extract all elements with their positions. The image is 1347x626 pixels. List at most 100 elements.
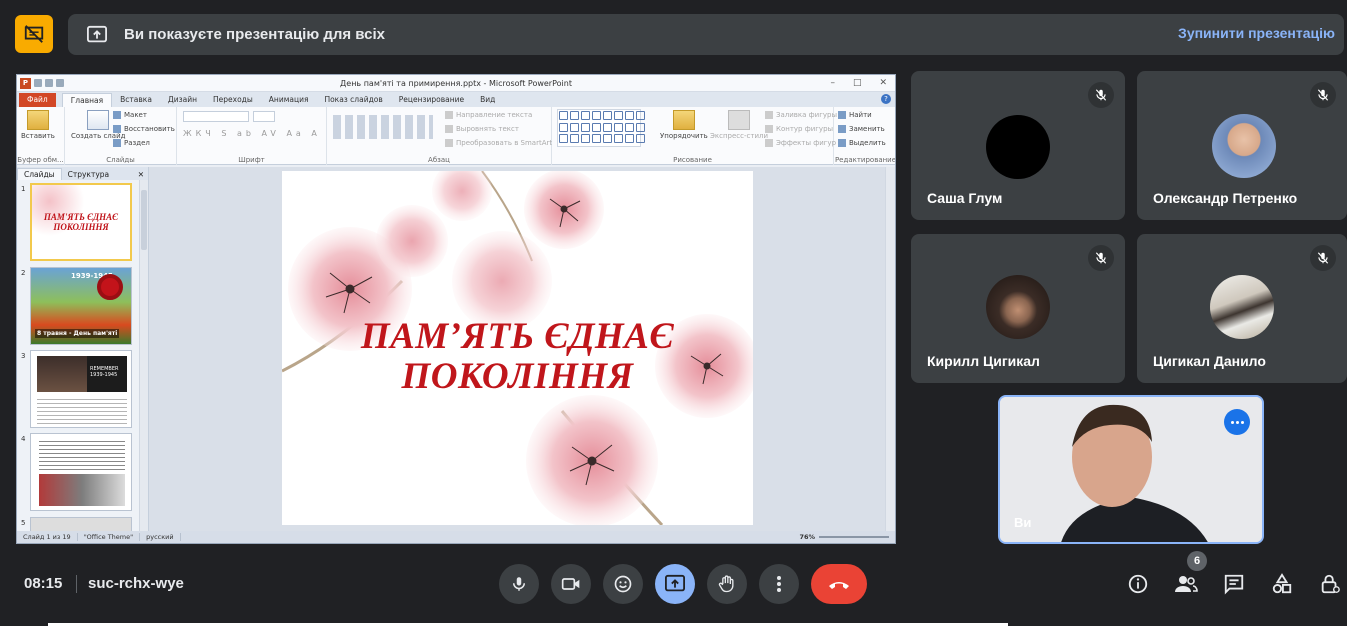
slide-thumbnail-1[interactable]: ПАМ'ЯТЬ ЄДНАЄ ПОКОЛІННЯ (30, 183, 132, 261)
slide-title[interactable]: ПАМ’ЯТЬ ЄДНАЄ ПОКОЛІННЯ (282, 317, 753, 397)
shape-outline-button[interactable]: Контур фигуры (765, 125, 833, 133)
select-button[interactable]: Выделить (838, 139, 886, 147)
smartart-icon (445, 139, 453, 147)
camera-icon (561, 578, 580, 590)
camera-button[interactable] (551, 564, 591, 604)
smartart-button[interactable]: Преобразовать в SmartArt (445, 139, 552, 147)
shape-effects-button[interactable]: Эффекты фигур (765, 139, 836, 147)
tab-file[interactable]: Файл (19, 93, 56, 107)
paste-button[interactable]: Вставить (21, 110, 55, 140)
mic-off-icon (1310, 245, 1336, 271)
meeting-code[interactable]: suc-rchx-wye (88, 575, 184, 592)
quick-styles-icon (728, 110, 750, 130)
arrange-button[interactable]: Упорядочить (660, 110, 708, 140)
font-format-buttons[interactable]: ЖКЧ S ab AV Aa A (183, 129, 321, 138)
slide-thumbnail-2[interactable]: 1939-1945 8 травня - День пам'яті (30, 267, 132, 345)
meeting-details-icon[interactable] (1126, 572, 1150, 596)
tab-animation[interactable]: Анимация (261, 93, 317, 107)
close-panel-icon[interactable]: ✕ (132, 169, 148, 180)
zoom-slider[interactable] (819, 536, 889, 538)
section-button[interactable]: Раздел (113, 139, 150, 147)
paragraph-align-buttons[interactable] (333, 115, 433, 139)
zoom-control[interactable]: 76% (793, 533, 895, 541)
meet-window: Ви показуєте презентацію для всіх Зупини… (0, 0, 1347, 626)
zoom-level: 76% (799, 533, 815, 541)
slide-thumbnail-3[interactable]: REMEMBER 1939-1945 (30, 350, 132, 428)
stop-presenting-button[interactable]: Зупинити презентацію (1178, 25, 1335, 41)
replace-button[interactable]: Заменить (838, 125, 885, 133)
slide-thumbnail-4[interactable] (30, 433, 132, 511)
chat-icon[interactable] (1222, 572, 1246, 596)
slide-number: 1 (21, 185, 26, 193)
ribbon-tabs: Файл Главная Вставка Дизайн Переходы Ани… (17, 92, 895, 107)
tab-design[interactable]: Дизайн (160, 93, 205, 107)
tab-transitions[interactable]: Переходы (205, 93, 261, 107)
outline-icon (765, 125, 773, 133)
maximize-icon[interactable]: □ (853, 78, 862, 88)
presentation-off-icon (24, 25, 44, 43)
text-direction-icon (445, 111, 453, 119)
meeting-time: 08:15 (24, 575, 63, 592)
current-slide[interactable]: ПАМ’ЯТЬ ЄДНАЄ ПОКОЛІННЯ (282, 171, 753, 525)
thumb-text-lines (37, 396, 127, 424)
slide-canvas: ПАМ’ЯТЬ ЄДНАЄ ПОКОЛІННЯ (149, 167, 895, 531)
tab-view[interactable]: Вид (472, 93, 503, 107)
participant-tile[interactable]: Цигикал Данило (1137, 234, 1347, 383)
text-direction-button[interactable]: Направление текста (445, 111, 532, 119)
shape-fill-button[interactable]: Заливка фигуры (765, 111, 837, 119)
help-icon[interactable]: ? (881, 94, 891, 104)
new-slide-icon (87, 110, 110, 130)
find-button[interactable]: Найти (838, 111, 872, 119)
more-options-button[interactable] (1224, 409, 1250, 435)
more-options-menu-button[interactable] (759, 564, 799, 604)
participant-tile[interactable]: Олександр Петренко (1137, 71, 1347, 220)
leave-call-button[interactable] (811, 564, 867, 604)
group-drawing: Упорядочить Экспресс-стили Заливка фигур… (552, 107, 837, 165)
separator (76, 575, 77, 593)
language[interactable]: русский (140, 533, 181, 541)
effects-icon (765, 139, 773, 147)
slides-scrollbar[interactable] (139, 180, 148, 531)
align-text-icon (445, 125, 453, 133)
font-name-field[interactable] (183, 111, 249, 122)
activities-icon[interactable] (1270, 572, 1294, 596)
close-icon[interactable]: ✕ (879, 78, 887, 88)
presentation-indicator[interactable] (15, 15, 53, 53)
more-vert-icon (777, 576, 781, 592)
align-text-button[interactable]: Выровнять текст (445, 125, 519, 133)
self-view-tile[interactable]: Ви (998, 395, 1264, 544)
tab-insert[interactable]: Вставка (112, 93, 160, 107)
thumb-image (37, 356, 87, 392)
ppt-title-bar: P День пам'яті та примирення.pptx - Micr… (17, 75, 895, 92)
quick-styles-button[interactable]: Экспресс-стили (710, 110, 768, 140)
raise-hand-button[interactable] (707, 564, 747, 604)
canvas-scrollbar[interactable] (885, 167, 895, 531)
present-now-button[interactable] (655, 564, 695, 604)
microphone-button[interactable] (499, 564, 539, 604)
layout-icon (113, 111, 121, 119)
participant-tile[interactable]: Саша Глум (911, 71, 1125, 220)
participant-name: Саша Глум (927, 190, 1003, 206)
tab-slideshow[interactable]: Показ слайдов (316, 93, 390, 107)
group-editing: Найти Заменить Выделить Редактирование (834, 111, 896, 164)
tab-slides[interactable]: Слайды (17, 168, 62, 180)
self-name: Ви (1014, 515, 1032, 530)
tab-outline[interactable]: Структура (62, 169, 116, 180)
participant-name: Цигикал Данило (1153, 353, 1266, 369)
tab-home[interactable]: Главная (61, 93, 113, 107)
host-controls-icon[interactable] (1318, 572, 1342, 596)
slides-panel: Слайды Структура ✕ 1 ПАМ'ЯТЬ ЄДНАЄ ПОКОЛ… (17, 167, 149, 543)
reactions-button[interactable] (603, 564, 643, 604)
present-screen-icon (85, 23, 109, 47)
people-icon[interactable] (1174, 572, 1198, 596)
slide-number: 2 (21, 269, 26, 277)
participant-tile[interactable]: Кирилл Цигикал (911, 234, 1125, 383)
font-size-field[interactable] (253, 111, 275, 122)
mic-off-icon (1088, 82, 1114, 108)
layout-button[interactable]: Макет (113, 111, 147, 119)
minimize-icon[interactable]: – (830, 78, 835, 88)
hand-icon (718, 575, 734, 593)
tab-review[interactable]: Рецензирование (391, 93, 472, 107)
find-icon (838, 111, 846, 119)
reset-button[interactable]: Восстановить (113, 125, 175, 133)
